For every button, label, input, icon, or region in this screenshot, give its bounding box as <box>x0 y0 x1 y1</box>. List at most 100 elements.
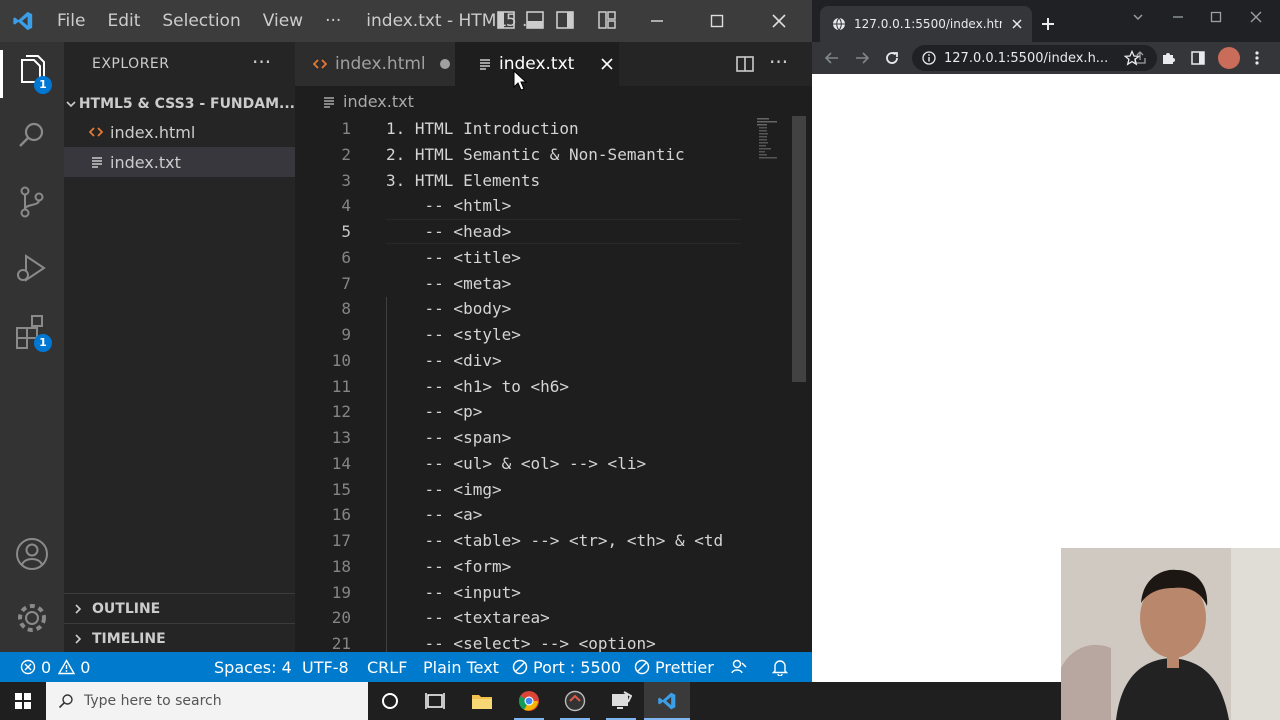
language-mode-status[interactable]: Plain Text <box>423 652 499 682</box>
feedback-icon[interactable] <box>730 652 748 682</box>
menu-edit[interactable]: Edit <box>96 11 151 31</box>
forward-arrow-icon[interactable] <box>854 50 870 70</box>
line-number: 6 <box>341 247 351 267</box>
explorer-icon[interactable]: 1 <box>12 52 52 94</box>
close-tab-icon[interactable] <box>600 57 614 71</box>
toggle-secondary-sidebar-icon[interactable] <box>555 10 575 30</box>
breadcrumb[interactable]: index.txt <box>323 92 414 111</box>
html-file-icon <box>64 126 110 138</box>
workspace-folder[interactable]: HTML5 & CSS3 - FUNDAM... <box>64 92 295 116</box>
line-number: 10 <box>331 350 351 370</box>
new-tab-icon[interactable] <box>1041 16 1055 35</box>
address-bar[interactable]: 127.0.0.1:5500/index.h... <box>912 45 1157 71</box>
tab-label: index.html <box>335 54 426 74</box>
extensions-puzzle-icon[interactable] <box>1160 50 1176 70</box>
browser-tab[interactable]: 127.0.0.1:5500/index.html <box>820 6 1032 42</box>
reload-icon[interactable] <box>884 50 900 70</box>
vscode-taskbar-icon[interactable] <box>644 682 690 720</box>
eol-status[interactable]: CRLF <box>367 652 407 682</box>
browser-close-icon[interactable] <box>1250 8 1262 27</box>
browser-minimize-icon[interactable] <box>1172 8 1184 27</box>
minimap[interactable] <box>755 116 791 176</box>
minimize-icon[interactable] <box>626 0 688 42</box>
explorer-more-button[interactable]: ··· <box>252 50 271 74</box>
mouse-cursor-icon <box>512 69 528 96</box>
code-editor[interactable]: 1 1. HTML Introduction 2 2. HTML Semantic &… <box>295 116 755 652</box>
line-number: 16 <box>331 505 351 525</box>
toggle-panel-icon[interactable] <box>525 10 545 30</box>
extensions-badge: 1 <box>34 334 52 352</box>
webcam-overlay-image <box>1061 548 1280 720</box>
extensions-icon[interactable]: 1 <box>12 312 52 352</box>
chrome-icon[interactable] <box>506 682 552 720</box>
code-line: -- <ul> & <ol> --> <li> <box>386 453 647 473</box>
side-panel-icon[interactable] <box>1190 50 1206 70</box>
info-icon <box>922 51 936 65</box>
tab-index-txt[interactable]: index.txt <box>455 42 619 86</box>
line-number: 3 <box>341 170 351 190</box>
browser-maximize-icon[interactable] <box>1210 8 1222 27</box>
accounts-icon[interactable] <box>12 534 52 574</box>
timeline-label: TIMELINE <box>92 630 166 647</box>
chevron-right-icon <box>64 633 92 645</box>
line-number: 13 <box>331 428 351 447</box>
profile-avatar[interactable] <box>1218 47 1240 69</box>
close-tab-icon[interactable] <box>1012 19 1022 29</box>
menu-more[interactable]: ··· <box>314 11 352 31</box>
outline-section[interactable]: OUTLINE <box>64 593 295 623</box>
active-indicator <box>0 50 3 98</box>
indentation-status[interactable]: Spaces: 4 <box>214 652 292 682</box>
vscode-logo-icon <box>0 0 46 42</box>
tab-search-chevron-icon[interactable] <box>1132 8 1144 27</box>
prettier-label: Prettier <box>655 657 714 677</box>
app-icon-circle[interactable] <box>552 682 598 720</box>
line-number: 9 <box>341 325 351 344</box>
title-bar: File Edit Selection View ··· index.txt -… <box>0 0 812 42</box>
task-view-icon[interactable] <box>412 682 458 720</box>
bookmark-star-icon[interactable] <box>1123 49 1141 70</box>
customize-layout-icon[interactable] <box>597 10 617 30</box>
taskbar-search-box[interactable]: Type here to search <box>46 682 368 720</box>
code-line: -- <p> <box>386 402 483 422</box>
chevron-down-icon <box>64 98 79 110</box>
live-server-status[interactable]: Port : 5500 <box>512 652 621 682</box>
tab-index-html[interactable]: index.html <box>295 42 455 86</box>
settings-gear-icon[interactable] <box>12 598 52 638</box>
tab-bar: index.html index.txt ··· <box>295 42 812 86</box>
maximize-icon[interactable] <box>686 0 748 42</box>
line-number: 2 <box>341 144 351 164</box>
file-index-txt[interactable]: index.txt <box>64 147 295 177</box>
run-debug-icon[interactable] <box>12 248 52 288</box>
timeline-section[interactable]: TIMELINE <box>64 623 295 653</box>
menu-selection[interactable]: Selection <box>151 11 251 31</box>
text-file-icon <box>323 96 335 108</box>
menu-view[interactable]: View <box>252 11 314 31</box>
port-label: Port : 5500 <box>533 657 621 677</box>
search-icon[interactable] <box>12 116 52 156</box>
toggle-sidebar-icon[interactable] <box>496 10 516 30</box>
search-icon <box>58 693 74 709</box>
notifications-bell-icon[interactable] <box>772 652 788 682</box>
encoding-status[interactable]: UTF-8 <box>302 652 349 682</box>
vertical-scrollbar[interactable] <box>792 116 806 382</box>
source-control-icon[interactable] <box>12 182 52 222</box>
modified-dot-icon[interactable] <box>439 59 450 69</box>
app-icon-monitor[interactable] <box>598 682 644 720</box>
close-window-icon[interactable] <box>748 0 810 42</box>
editor-more-actions-button[interactable]: ··· <box>769 50 788 74</box>
tab-label: index.txt <box>499 54 575 74</box>
file-explorer-icon[interactable] <box>459 682 505 720</box>
prettier-status[interactable]: Prettier <box>634 652 714 682</box>
file-index-html[interactable]: index.html <box>64 117 295 147</box>
file-label: index.html <box>110 122 196 142</box>
menu-file[interactable]: File <box>46 11 96 31</box>
line-number: 14 <box>331 453 351 473</box>
line-number: 5 <box>341 222 351 241</box>
cortana-circle-icon[interactable] <box>367 682 413 720</box>
browser-menu-icon[interactable] <box>1254 50 1260 70</box>
back-arrow-icon[interactable] <box>824 50 840 70</box>
problems-indicator[interactable]: 0 0 <box>20 652 90 682</box>
code-line: -- <img> <box>386 479 502 499</box>
split-editor-icon[interactable] <box>735 54 755 78</box>
windows-start-icon[interactable] <box>0 682 46 720</box>
